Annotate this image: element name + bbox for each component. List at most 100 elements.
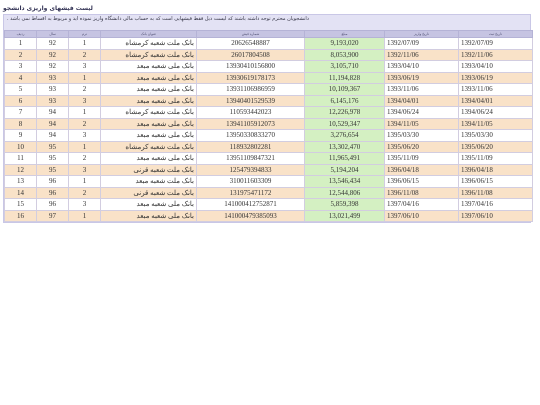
cell-pay-date: 1396/04/18 <box>384 163 459 176</box>
cell-amount: 12,226,978 <box>304 106 385 119</box>
cell-year: 94 <box>36 117 69 130</box>
cell-term: 3 <box>68 60 101 73</box>
cell-pay-date: 1397/04/16 <box>384 198 459 211</box>
cell-bank: بانک ملت شعبه قرنی <box>100 163 197 176</box>
cell-pay-date: 1393/04/10 <box>384 60 459 73</box>
table-row: 16 97 1 بانک ملی شعبه مبعد 141000479385093 13… <box>4 209 533 222</box>
cell-amount: 13,302,470 <box>304 140 385 153</box>
cell-pay-date: 1393/11/06 <box>384 83 459 96</box>
cell-reg-date: 1396/06/15 <box>458 175 533 188</box>
header-row-number: ردیف <box>4 30 37 38</box>
cell-bank: بانک ملی شعبه مبعد <box>100 117 197 130</box>
cell-bank: بانک ملت شعبه کرمشاه <box>100 48 197 61</box>
cell-year: 93 <box>36 71 69 84</box>
header-amount: مبلغ <box>304 30 385 38</box>
cell-amount: 6,145,176 <box>304 94 385 107</box>
header-account: شماره فیش <box>196 30 305 38</box>
cell-reg-date: 1394/04/01 <box>458 94 533 107</box>
table-row: 8 94 2 بانک ملی شعبه مبعد 13941105912073 10,5… <box>4 117 533 130</box>
header-pay-date: تاریخ واریز <box>384 30 459 38</box>
header-year: سال <box>36 30 69 38</box>
cell-year: 92 <box>36 60 69 73</box>
cell-bank: بانک ملت شعبه مبعد <box>100 175 197 188</box>
cell-term: 2 <box>68 83 101 96</box>
notice-text: دانشجویان محترم توجه داشته باشند که لیست… <box>7 16 309 22</box>
cell-term: 2 <box>68 152 101 165</box>
cell-term: 3 <box>68 129 101 142</box>
cell-bank: بانک ملت شعبه کرمشاه <box>100 140 197 153</box>
cell-pay-date: 1395/06/20 <box>384 140 459 153</box>
cell-pay-date: 1395/03/30 <box>384 129 459 142</box>
cell-year: 97 <box>36 209 69 222</box>
header-bank: عنوان بانک <box>100 30 197 38</box>
cell-year: 95 <box>36 140 69 153</box>
cell-reg-date: 1395/11/09 <box>458 152 533 165</box>
cell-bank: بانک ملی شعبه مبعد <box>100 198 197 211</box>
cell-row-number: 5 <box>4 83 37 96</box>
cell-reg-date: 1396/04/18 <box>458 163 533 176</box>
table-row: 7 94 1 بانک ملت شعبه کرمشاه 110593442023 12,2… <box>4 106 533 119</box>
cell-pay-date: 1392/07/09 <box>384 37 459 50</box>
cell-account: 13930410156800 <box>196 60 305 73</box>
cell-term: 1 <box>68 71 101 84</box>
page-container: لیست فیشهای واریزی دانشجو دانشجویان محتر… <box>3 5 533 223</box>
cell-account: 118932802281 <box>196 140 305 153</box>
cell-reg-date: 1397/06/10 <box>458 209 533 222</box>
cell-year: 96 <box>36 186 69 199</box>
cell-reg-date: 1395/06/20 <box>458 140 533 153</box>
cell-year: 92 <box>36 48 69 61</box>
cell-reg-date: 1394/06/24 <box>458 106 533 119</box>
cell-reg-date: 1392/07/09 <box>458 37 533 50</box>
header-reg-date: تاریخ ثبت <box>458 30 533 38</box>
cell-year: 92 <box>36 37 69 50</box>
cell-account: 20626548887 <box>196 37 305 50</box>
cell-term: 1 <box>68 37 101 50</box>
cell-reg-date: 1393/06/19 <box>458 71 533 84</box>
cell-account: 13930619178173 <box>196 71 305 84</box>
cell-row-number: 7 <box>4 106 37 119</box>
cell-year: 94 <box>36 106 69 119</box>
cell-row-number: 12 <box>4 163 37 176</box>
cell-row-number: 1 <box>4 37 37 50</box>
cell-term: 3 <box>68 163 101 176</box>
cell-year: 95 <box>36 163 69 176</box>
table-row: 15 96 3 بانک ملی شعبه مبعد 141000412752871 5,… <box>4 198 533 211</box>
cell-term: 2 <box>68 48 101 61</box>
table-body: 1 92 1 بانک ملت شعبه کرمشاه 20626548887 9,193… <box>4 37 533 222</box>
cell-reg-date: 1397/04/16 <box>458 198 533 211</box>
cell-year: 96 <box>36 175 69 188</box>
cell-term: 1 <box>68 175 101 188</box>
cell-account: 110593442023 <box>196 106 305 119</box>
cell-row-number: 9 <box>4 129 37 142</box>
table-row: 9 94 3 بانک ملی شعبه مبعد 13950330833270 3,27… <box>4 129 533 142</box>
cell-amount: 8,053,900 <box>304 48 385 61</box>
cell-pay-date: 1393/06/19 <box>384 71 459 84</box>
cell-term: 1 <box>68 140 101 153</box>
cell-term: 1 <box>68 209 101 222</box>
cell-reg-date: 1393/11/06 <box>458 83 533 96</box>
table-row: 3 92 3 بانک ملی شعبه مبعد 13930410156800 3,10… <box>4 60 533 73</box>
cell-row-number: 16 <box>4 209 37 222</box>
cell-term: 3 <box>68 198 101 211</box>
cell-reg-date: 1392/11/06 <box>458 48 533 61</box>
cell-row-number: 15 <box>4 198 37 211</box>
cell-amount: 12,544,806 <box>304 186 385 199</box>
cell-year: 94 <box>36 129 69 142</box>
cell-row-number: 4 <box>4 71 37 84</box>
table-row: 1 92 1 بانک ملت شعبه کرمشاه 20626548887 9,193… <box>4 37 533 50</box>
cell-pay-date: 1397/06/10 <box>384 209 459 222</box>
cell-amount: 11,965,491 <box>304 152 385 165</box>
cell-pay-date: 1395/11/09 <box>384 152 459 165</box>
table-row: 2 92 2 بانک ملت شعبه کرمشاه 26017804508 8,053… <box>4 48 533 61</box>
cell-account: 13940401529539 <box>196 94 305 107</box>
cell-amount: 10,109,367 <box>304 83 385 96</box>
cell-term: 2 <box>68 117 101 130</box>
cell-year: 93 <box>36 83 69 96</box>
cell-amount: 5,859,398 <box>304 198 385 211</box>
table-row: 4 93 1 بانک ملی شعبه مبعد 13930619178173 11,1… <box>4 71 533 84</box>
table-row: 14 96 2 بانک ملت شعبه قرنی 131975471172 12,54… <box>4 186 533 199</box>
cell-reg-date: 1395/03/30 <box>458 129 533 142</box>
cell-bank: بانک ملی شعبه مبعد <box>100 60 197 73</box>
cell-account: 141000412752871 <box>196 198 305 211</box>
cell-bank: بانک ملی شعبه مبعد <box>100 83 197 96</box>
